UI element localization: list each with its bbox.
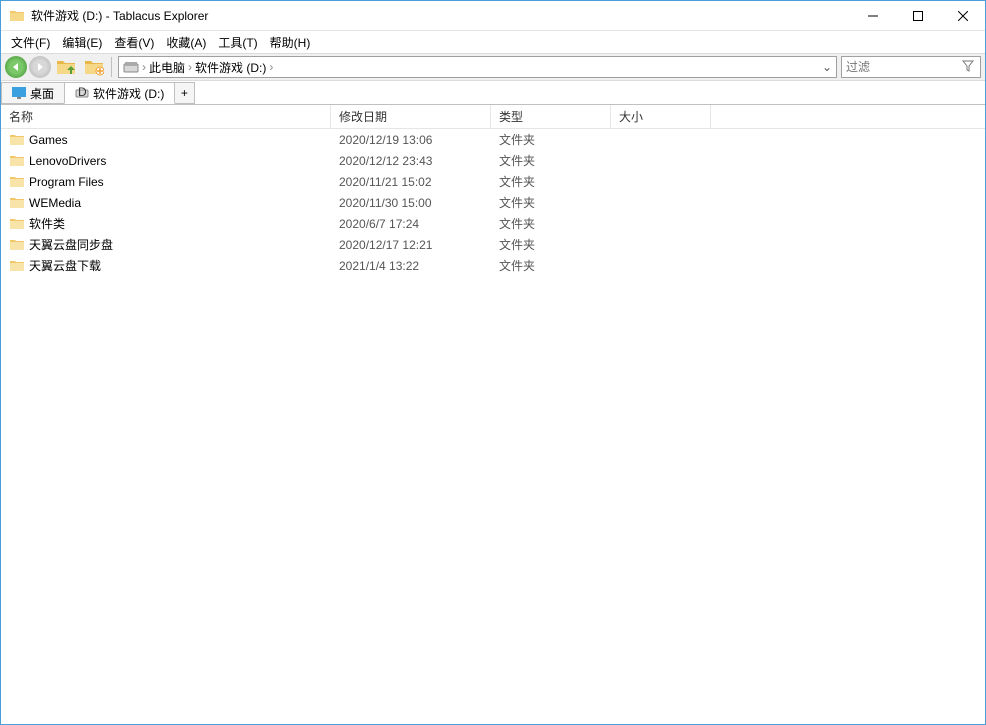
cell-date: 2020/11/21 15:02 <box>331 175 491 189</box>
tab[interactable]: 桌面 <box>1 82 65 104</box>
column-type[interactable]: 类型 <box>491 105 611 128</box>
cell-type: 文件夹 <box>491 173 611 190</box>
tab-label: 桌面 <box>30 85 54 102</box>
folder-icon <box>9 196 25 210</box>
cell-date: 2020/12/12 23:43 <box>331 154 491 168</box>
filter-icon[interactable] <box>962 60 976 75</box>
cell-type: 文件夹 <box>491 236 611 253</box>
folder-up-icon <box>56 58 76 76</box>
filter-input[interactable] <box>846 60 962 74</box>
window-title: 软件游戏 (D:) - Tablacus Explorer <box>31 7 850 24</box>
drive-icon <box>123 60 139 74</box>
drive-icon: D <box>75 87 89 99</box>
cell-date: 2020/12/19 13:06 <box>331 133 491 147</box>
cell-name: 天翼云盘同步盘 <box>1 236 331 253</box>
cell-name: 软件类 <box>1 215 331 232</box>
svg-text:D: D <box>78 87 87 99</box>
new-tab-button[interactable]: + <box>173 82 195 104</box>
folder-icon <box>9 8 25 24</box>
folder-icon <box>9 238 25 252</box>
separator <box>111 57 112 77</box>
cell-date: 2020/6/7 17:24 <box>331 217 491 231</box>
list-item[interactable]: 天翼云盘下载2021/1/4 13:22文件夹 <box>1 255 985 276</box>
cell-name: Program Files <box>1 175 331 189</box>
cell-name: WEMedia <box>1 196 331 210</box>
tab[interactable]: D 软件游戏 (D:) <box>64 82 175 104</box>
new-folder-icon <box>84 58 104 76</box>
breadcrumb-separator: › <box>268 60 274 74</box>
tab-label: 软件游戏 (D:) <box>93 85 164 102</box>
cell-date: 2021/1/4 13:22 <box>331 259 491 273</box>
folder-icon <box>9 175 25 189</box>
folder-icon <box>9 217 25 231</box>
menu-item[interactable]: 收藏(A) <box>160 32 212 53</box>
menu-item[interactable]: 文件(F) <box>5 32 56 53</box>
column-size[interactable]: 大小 <box>611 105 711 128</box>
list-header: 名称 修改日期 类型 大小 <box>1 105 985 129</box>
close-button[interactable] <box>940 1 985 30</box>
maximize-button[interactable] <box>895 1 940 30</box>
list-item[interactable]: LenovoDrivers2020/12/12 23:43文件夹 <box>1 150 985 171</box>
breadcrumb-segment[interactable]: 此电脑 <box>147 59 187 76</box>
list-item[interactable]: Program Files2020/11/21 15:02文件夹 <box>1 171 985 192</box>
cell-type: 文件夹 <box>491 215 611 232</box>
column-date[interactable]: 修改日期 <box>331 105 491 128</box>
cell-type: 文件夹 <box>491 152 611 169</box>
address-bar[interactable]: › 此电脑 › 软件游戏 (D:) › ⌄ <box>118 56 837 78</box>
cell-name: 天翼云盘下载 <box>1 257 331 274</box>
folder-icon <box>9 259 25 273</box>
filter-bar[interactable] <box>841 56 981 78</box>
file-list[interactable]: 名称 修改日期 类型 大小 Games2020/12/19 13:06文件夹Le… <box>1 105 985 724</box>
forward-button[interactable] <box>29 56 51 78</box>
minimize-button[interactable] <box>850 1 895 30</box>
toolbar: › 此电脑 › 软件游戏 (D:) › ⌄ <box>1 53 985 81</box>
window-controls <box>850 1 985 30</box>
new-folder-button[interactable] <box>81 56 107 78</box>
menu-item[interactable]: 工具(T) <box>212 32 263 53</box>
breadcrumb-segment[interactable]: 软件游戏 (D:) <box>193 59 268 76</box>
desktop-icon <box>12 87 26 99</box>
menubar: 文件(F)编辑(E)查看(V)收藏(A)工具(T)帮助(H) <box>1 31 985 53</box>
address-dropdown[interactable]: ⌄ <box>822 60 832 74</box>
titlebar[interactable]: 软件游戏 (D:) - Tablacus Explorer <box>1 1 985 31</box>
list-item[interactable]: 软件类2020/6/7 17:24文件夹 <box>1 213 985 234</box>
list-item[interactable]: 天翼云盘同步盘2020/12/17 12:21文件夹 <box>1 234 985 255</box>
menu-item[interactable]: 编辑(E) <box>56 32 108 53</box>
cell-type: 文件夹 <box>491 131 611 148</box>
cell-type: 文件夹 <box>491 257 611 274</box>
cell-name: Games <box>1 133 331 147</box>
menu-item[interactable]: 查看(V) <box>108 32 160 53</box>
cell-date: 2020/12/17 12:21 <box>331 238 491 252</box>
menu-item[interactable]: 帮助(H) <box>264 32 317 53</box>
up-button[interactable] <box>53 56 79 78</box>
cell-name: LenovoDrivers <box>1 154 331 168</box>
tabbar: 桌面 D 软件游戏 (D:) + <box>1 81 985 105</box>
cell-date: 2020/11/30 15:00 <box>331 196 491 210</box>
column-name[interactable]: 名称 <box>1 105 331 128</box>
folder-icon <box>9 154 25 168</box>
back-button[interactable] <box>5 56 27 78</box>
list-item[interactable]: Games2020/12/19 13:06文件夹 <box>1 129 985 150</box>
cell-type: 文件夹 <box>491 194 611 211</box>
list-item[interactable]: WEMedia2020/11/30 15:00文件夹 <box>1 192 985 213</box>
folder-icon <box>9 133 25 147</box>
